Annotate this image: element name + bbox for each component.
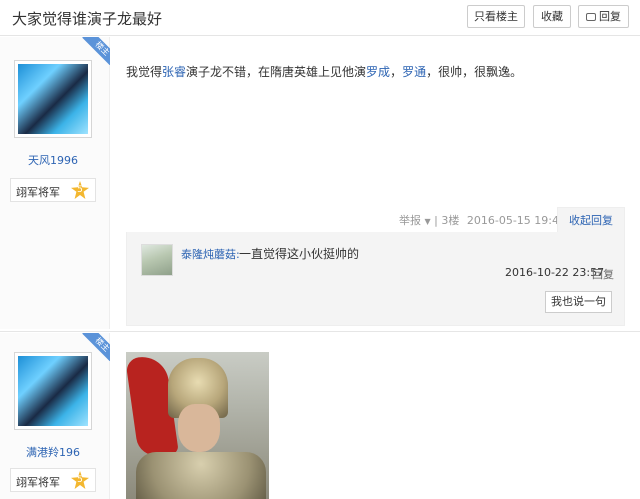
content-link-zhangrui[interactable]: 张睿 bbox=[162, 65, 186, 79]
username[interactable]: 天风1996 bbox=[10, 152, 96, 168]
reply-button-label: 回复 bbox=[599, 10, 621, 23]
say-something-button[interactable]: 我也说一句 bbox=[545, 291, 612, 313]
face bbox=[178, 404, 220, 452]
only-lz-button[interactable]: 只看楼主 bbox=[467, 5, 525, 28]
avatar[interactable] bbox=[14, 352, 92, 430]
favorite-button[interactable]: 收藏 bbox=[533, 5, 571, 28]
post-tail: 举报 ▼ | 3楼 2016-05-15 19:48 bbox=[399, 212, 566, 228]
star-icon: 5 bbox=[71, 471, 89, 489]
rank-badge[interactable]: 翊军将军 5 bbox=[10, 178, 96, 202]
content-text: 演子龙不错，在隋唐英雄上见他演 bbox=[186, 65, 367, 79]
post-time: 2016-05-15 19:48 bbox=[466, 214, 566, 227]
collapse-replies-button[interactable]: 收起回复 bbox=[557, 207, 625, 232]
post-content: 我觉得张睿演子龙不错，在隋唐英雄上见他演罗成，罗通，很帅，很飘逸。 bbox=[126, 63, 522, 80]
comment-text: 一直觉得这小伙挺帅的 bbox=[239, 247, 360, 261]
reply-icon bbox=[586, 13, 596, 21]
caret-down-icon: ▼ bbox=[424, 217, 431, 226]
report-label: 举报 bbox=[399, 214, 421, 227]
thread-title: 大家觉得谁演子龙最好 bbox=[12, 10, 163, 28]
avatar-image bbox=[18, 64, 88, 134]
comment-time: 2016-10-22 23:57 bbox=[505, 266, 605, 279]
content-link-luotong[interactable]: 罗通 bbox=[402, 65, 426, 79]
content-text: ， bbox=[390, 65, 403, 79]
rank-label: 翊军将军 bbox=[16, 186, 60, 199]
content-text: 我觉得 bbox=[126, 65, 163, 79]
username[interactable]: 满港羚196 bbox=[10, 444, 96, 460]
comment-box: 泰隆炖蘑菇: 一直觉得这小伙挺帅的 2016-10-22 23:57 回复 我也… bbox=[126, 232, 625, 326]
post-divider bbox=[0, 331, 640, 332]
reply-button[interactable]: 回复 bbox=[578, 5, 629, 28]
star-icon: 5 bbox=[71, 181, 89, 199]
floor-number: 3楼 bbox=[441, 214, 460, 227]
thread-header: 大家觉得谁演子龙最好 只看楼主 收藏 回复 bbox=[0, 0, 640, 36]
report-link[interactable]: 举报 ▼ bbox=[399, 214, 431, 227]
rank-label: 翊军将军 bbox=[16, 476, 60, 489]
comment-username[interactable]: 泰隆炖蘑菇: bbox=[181, 246, 240, 262]
avatar[interactable] bbox=[14, 60, 92, 138]
author-column: 楼主 满港羚196 翊军将军 5 bbox=[0, 333, 110, 499]
avatar-image bbox=[18, 356, 88, 426]
content-text: ，很帅，很飘逸。 bbox=[426, 65, 523, 79]
armor bbox=[136, 452, 266, 499]
rank-badge[interactable]: 翊军将军 5 bbox=[10, 468, 96, 492]
content-link-luocheng[interactable]: 罗成 bbox=[366, 65, 390, 79]
author-column: 楼主 天风1996 翊军将军 5 bbox=[0, 37, 110, 329]
comment-reply-link[interactable]: 回复 bbox=[592, 266, 614, 282]
comment-avatar[interactable] bbox=[141, 244, 173, 276]
post-image[interactable] bbox=[126, 352, 269, 499]
